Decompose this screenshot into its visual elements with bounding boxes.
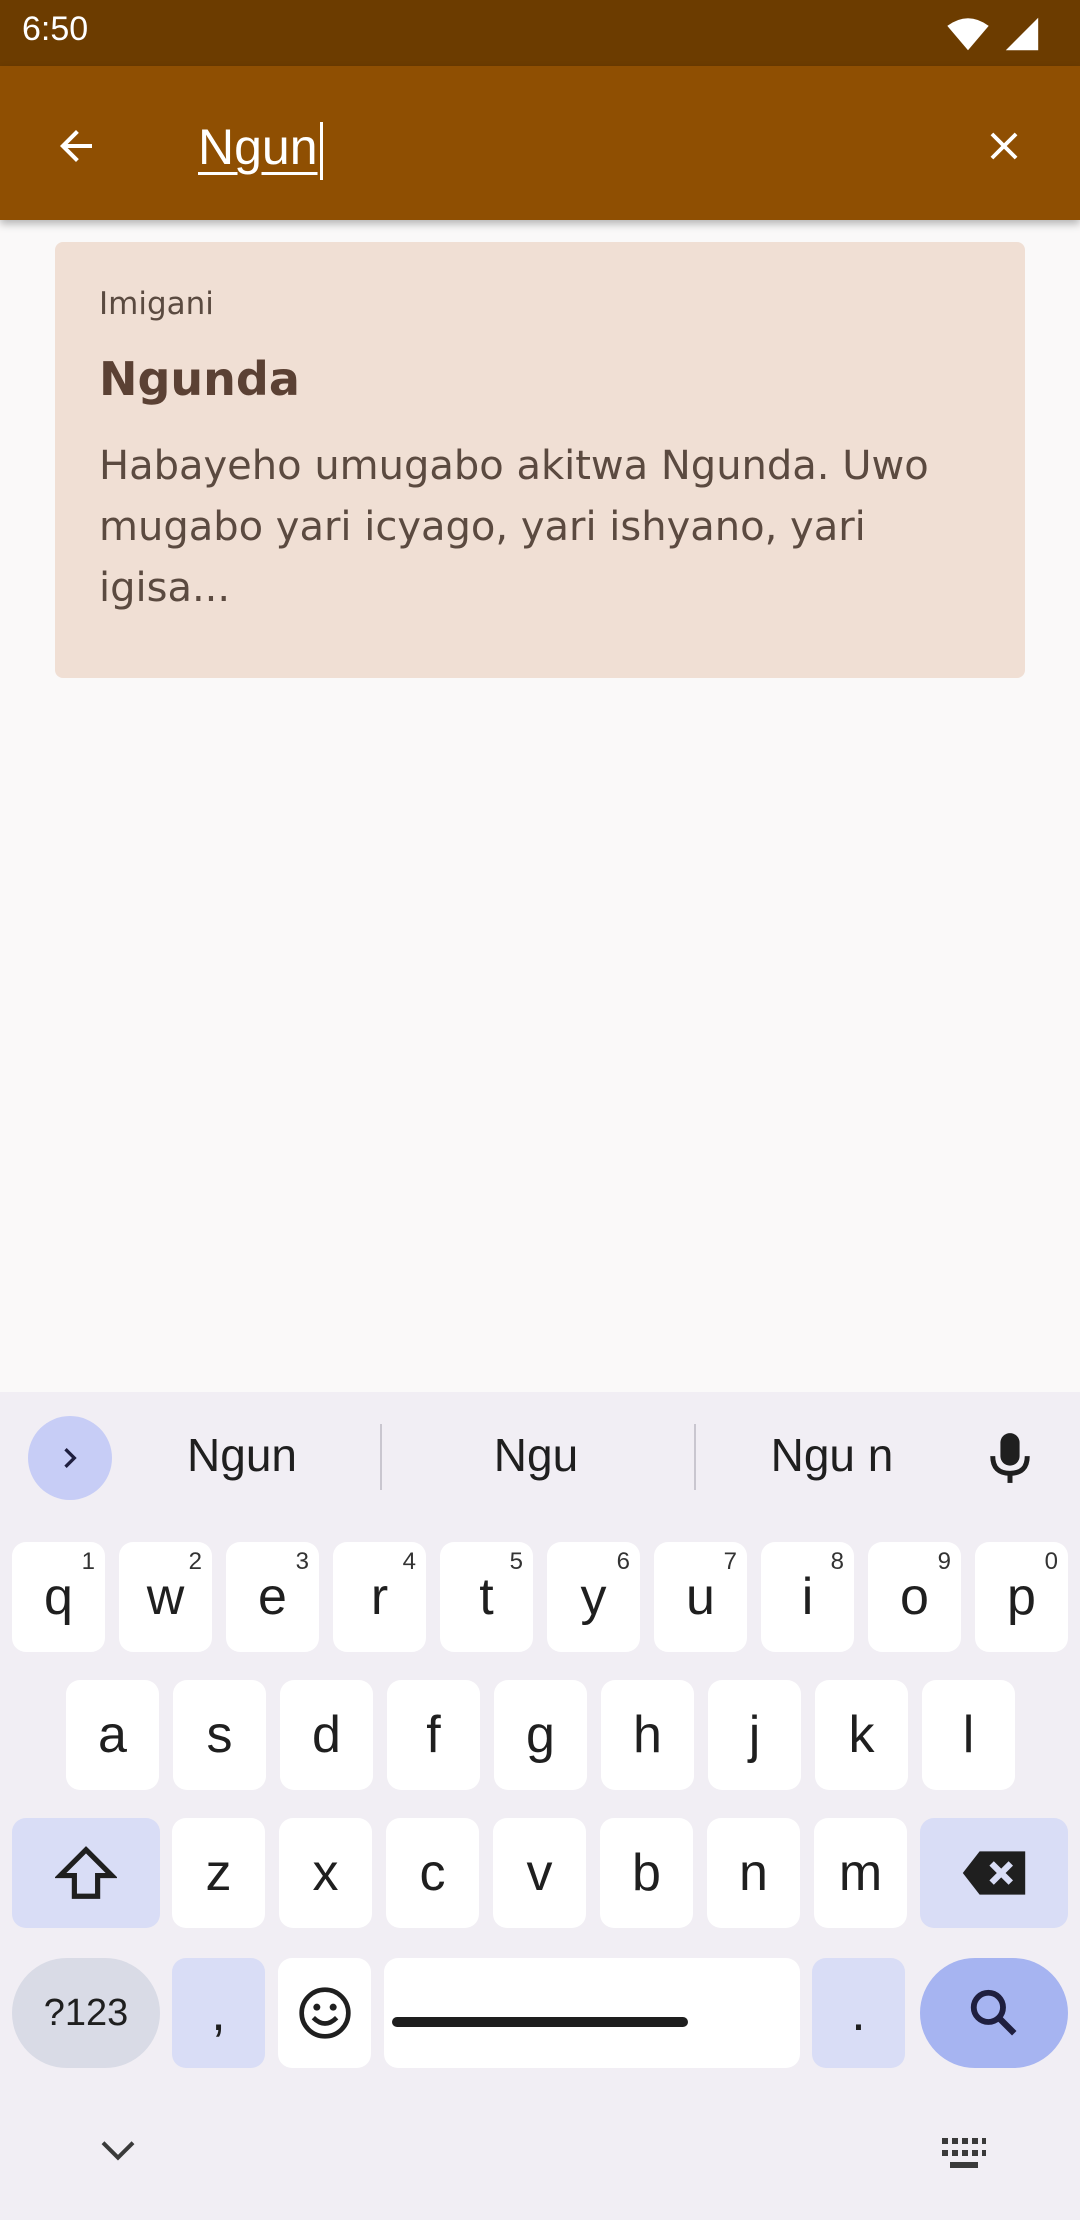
- search-input-value: Ngun: [198, 119, 318, 175]
- key-c[interactable]: c: [386, 1818, 479, 1928]
- key-k[interactable]: k: [815, 1680, 908, 1790]
- key-label: t: [479, 1568, 494, 1626]
- chevron-right-icon: [64, 1448, 77, 1468]
- result-title: Ngunda: [99, 352, 300, 406]
- key-f[interactable]: f: [387, 1680, 480, 1790]
- key-q[interactable]: q1: [12, 1542, 105, 1652]
- key-n[interactable]: n: [707, 1818, 800, 1928]
- soft-keyboard: Ngun Ngu Ngu n ?123 , . q 1 w 2 e 3 r 4 …: [0, 1392, 1080, 2220]
- emoji-icon: [298, 1987, 351, 2039]
- key-t[interactable]: t5: [440, 1542, 533, 1652]
- key-y[interactable]: y6: [547, 1542, 640, 1652]
- key-hint: 4: [402, 1548, 416, 1575]
- symbols-key[interactable]: ?123: [12, 1958, 160, 2068]
- key-j[interactable]: j: [708, 1680, 801, 1790]
- suggestion-3[interactable]: Ngu n: [732, 1428, 932, 1482]
- back-button[interactable]: [36, 106, 116, 186]
- space-key[interactable]: [384, 1958, 800, 2068]
- key-b[interactable]: b: [600, 1818, 693, 1928]
- wifi-icon: [947, 18, 989, 51]
- key-label: w: [146, 1568, 185, 1626]
- key-r[interactable]: r4: [333, 1542, 426, 1652]
- expand-toolbar-button[interactable]: [28, 1416, 112, 1500]
- home-gesture-bar[interactable]: [392, 2017, 688, 2027]
- search-result-card[interactable]: Imigani Ngunda Habayeho umugabo akitwa N…: [55, 242, 1025, 678]
- text-caret: [319, 121, 323, 180]
- search-icon: [970, 1989, 1017, 2036]
- arrow-left-icon: [60, 130, 92, 162]
- key-label: y: [580, 1568, 607, 1626]
- key-hint: 0: [1044, 1548, 1058, 1575]
- signal-icon: [1005, 17, 1039, 51]
- period-key[interactable]: .: [812, 1958, 905, 2068]
- key-hint: 8: [830, 1548, 844, 1575]
- key-hint: 7: [723, 1548, 737, 1575]
- suggestion-divider: [694, 1424, 696, 1490]
- key-hint: 3: [295, 1548, 309, 1575]
- key-l[interactable]: l: [922, 1680, 1015, 1790]
- chevron-down-icon[interactable]: [98, 2136, 138, 2166]
- microphone-icon: [990, 1433, 1030, 1483]
- backspace-key[interactable]: [920, 1818, 1068, 1928]
- backspace-icon: [962, 1851, 1026, 1895]
- shift-key[interactable]: [12, 1818, 160, 1928]
- key-e[interactable]: e3: [226, 1542, 319, 1652]
- search-key[interactable]: [920, 1958, 1068, 2068]
- comma-key[interactable]: ,: [172, 1958, 265, 2068]
- result-snippet: Habayeho umugabo akitwa Ngunda. Uwo muga…: [99, 443, 929, 611]
- key-hint: 5: [509, 1548, 523, 1575]
- emoji-key[interactable]: [278, 1958, 371, 2068]
- key-h[interactable]: h: [601, 1680, 694, 1790]
- key-m[interactable]: m: [814, 1818, 907, 1928]
- suggestion-divider: [380, 1424, 382, 1490]
- key-o[interactable]: o9: [868, 1542, 961, 1652]
- clear-search-button[interactable]: [964, 106, 1044, 186]
- key-hint: 2: [188, 1548, 202, 1575]
- key-x[interactable]: x: [279, 1818, 372, 1928]
- key-v[interactable]: v: [493, 1818, 586, 1928]
- key-label: i: [801, 1568, 814, 1626]
- shift-icon: [55, 1846, 117, 1899]
- key-label: o: [900, 1568, 929, 1626]
- key-label: r: [370, 1568, 389, 1626]
- key-g[interactable]: g: [494, 1680, 587, 1790]
- key-hint: 1: [81, 1548, 95, 1575]
- keyboard-switch-icon[interactable]: [940, 2136, 988, 2172]
- key-s[interactable]: s: [173, 1680, 266, 1790]
- key-p[interactable]: p0: [975, 1542, 1068, 1652]
- key-z[interactable]: z: [172, 1818, 265, 1928]
- key-a[interactable]: a: [66, 1680, 159, 1790]
- key-w[interactable]: w2: [119, 1542, 212, 1652]
- status-icons: [946, 14, 1042, 54]
- key-d[interactable]: d: [280, 1680, 373, 1790]
- key-label: q: [44, 1568, 73, 1626]
- suggestion-bar: Ngun Ngu Ngu n: [0, 1392, 1080, 1522]
- key-i[interactable]: i8: [761, 1542, 854, 1652]
- key-label: e: [258, 1568, 287, 1626]
- voice-input-button[interactable]: [970, 1418, 1050, 1498]
- search-input[interactable]: Ngun: [198, 112, 323, 182]
- suggestion-2[interactable]: Ngu: [436, 1428, 636, 1482]
- key-label: u: [686, 1568, 715, 1626]
- status-time: 6:50: [22, 10, 89, 48]
- result-category: Imigani: [99, 286, 214, 322]
- key-hint: 6: [616, 1548, 630, 1575]
- search-app-bar: Ngun: [0, 66, 1080, 220]
- status-bar: 6:50: [0, 0, 1080, 66]
- suggestion-1[interactable]: Ngun: [142, 1428, 342, 1482]
- close-icon: [990, 132, 1018, 160]
- key-u[interactable]: u7: [654, 1542, 747, 1652]
- key-hint: 9: [937, 1548, 951, 1575]
- key-label: p: [1007, 1568, 1036, 1626]
